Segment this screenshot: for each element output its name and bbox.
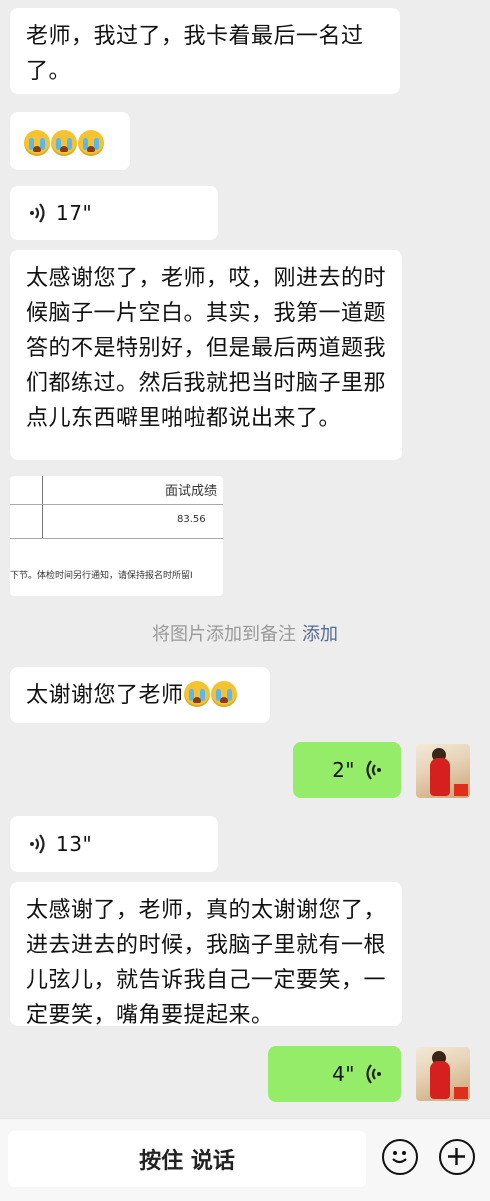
- crying-emoji-icon: [24, 130, 50, 156]
- voice-wave-icon: [30, 203, 45, 223]
- message-text: 太谢谢您了老师: [26, 683, 184, 708]
- input-bar: 按住 说话: [0, 1118, 490, 1201]
- emoji-icon[interactable]: [382, 1139, 418, 1175]
- crying-emoji-icon: [51, 130, 77, 156]
- plus-icon[interactable]: [439, 1139, 475, 1175]
- hold-to-talk-button[interactable]: 按住 说话: [8, 1131, 366, 1187]
- message-text: 老师，我过了，我卡着最后一名过了。: [26, 24, 364, 84]
- message-bubble-received[interactable]: 太感谢了，老师，真的太谢谢您了，进去进去的时候，我脑子里就有一根儿弦儿，就告诉我…: [10, 882, 402, 1028]
- crying-emoji-icon: [78, 130, 104, 156]
- table-line: [42, 476, 43, 538]
- doc-header-interview-score: 面试成绩: [165, 484, 218, 499]
- user-avatar[interactable]: [416, 744, 470, 798]
- voice-message-received[interactable]: 17": [10, 186, 218, 240]
- voice-message-received[interactable]: 13": [10, 816, 218, 872]
- voice-duration: 17": [56, 200, 93, 225]
- voice-duration: 13": [56, 831, 93, 856]
- voice-wave-icon: [366, 760, 381, 780]
- doc-note-text: 下节。体检时间另行通知，请保持报名时所留I: [10, 571, 193, 581]
- voice-wave-icon: [30, 834, 45, 854]
- table-line: [10, 504, 223, 505]
- voice-message-sent[interactable]: 4": [268, 1046, 401, 1102]
- emoji-message-bubble[interactable]: [10, 112, 130, 170]
- voice-message-sent[interactable]: 2": [293, 742, 401, 798]
- message-text: 太感谢您了，老师，哎，刚进去的时候脑子一片空白。其实，我第一道题答的不是特别好，…: [26, 266, 387, 431]
- user-avatar[interactable]: [416, 1047, 470, 1101]
- message-bubble-received[interactable]: 太谢谢您了老师: [10, 667, 270, 723]
- hint-text: 将图片添加到备注: [152, 624, 296, 645]
- message-bubble-received[interactable]: 太感谢您了，老师，哎，刚进去的时候脑子一片空白。其实，我第一道题答的不是特别好，…: [10, 250, 402, 460]
- message-text: 太感谢了，老师，真的太谢谢您了，进去进去的时候，我脑子里就有一根儿弦儿，就告诉我…: [26, 898, 387, 1028]
- crying-emoji-icon: [210, 681, 237, 707]
- voice-duration: 4": [332, 1061, 355, 1086]
- crying-emoji-icon: [183, 681, 210, 707]
- table-line: [10, 538, 223, 539]
- add-image-to-note-hint: 将图片添加到备注 添加: [0, 620, 490, 646]
- voice-duration: 2": [332, 757, 355, 782]
- image-message-score-document[interactable]: 面试成绩 83.56 下节。体检时间另行通知，请保持报名时所留I: [10, 476, 223, 596]
- message-bubble-received[interactable]: 老师，我过了，我卡着最后一名过了。: [10, 8, 400, 94]
- doc-score-value: 83.56: [177, 514, 206, 525]
- voice-wave-icon: [366, 1064, 381, 1084]
- add-link[interactable]: 添加: [302, 624, 338, 645]
